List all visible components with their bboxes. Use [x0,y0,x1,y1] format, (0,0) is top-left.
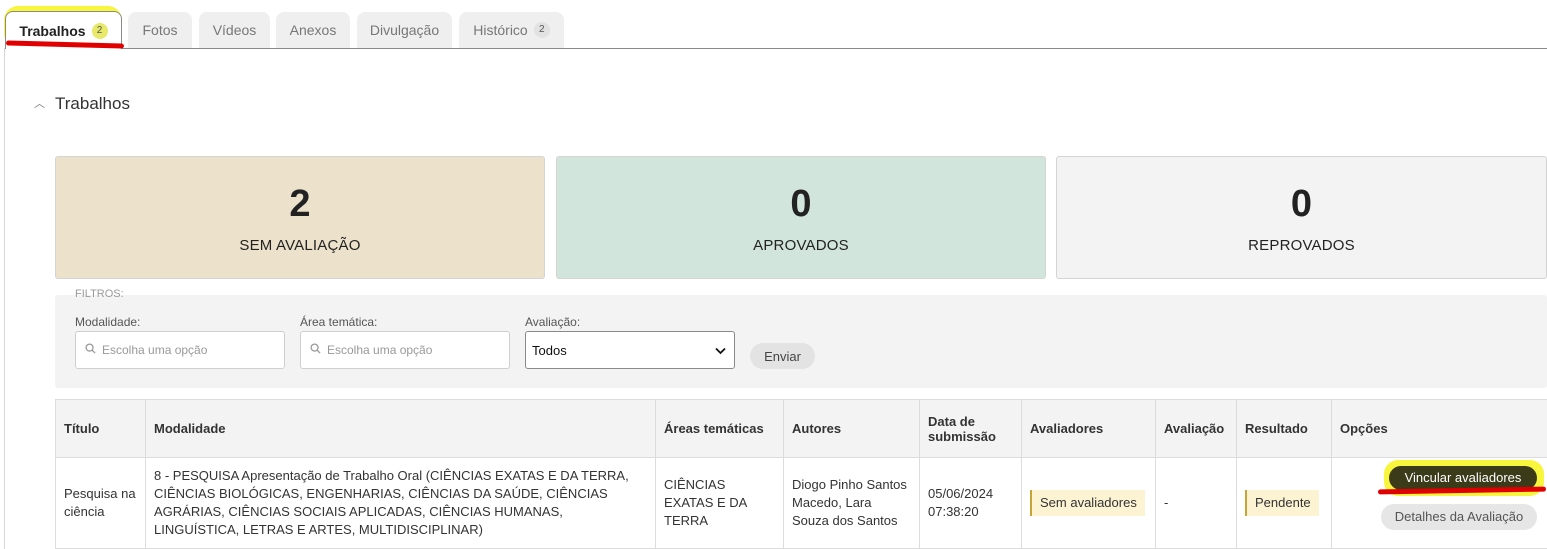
modalidade-label: Modalidade: [75,315,141,329]
filters-panel: FILTROS: Modalidade: Escolha uma opção Á… [55,288,1547,388]
tab-label: Divulgação [369,22,440,38]
table-header-row: Título Modalidade Áreas temáticas Autore… [55,399,1547,458]
cell-titulo: Pesquisa na ciência [55,457,146,549]
avaliacao-value: Todos [532,342,567,358]
cell-avaliacao: - [1155,457,1237,549]
stat-label: SEM AVALIAÇÃO [239,237,361,254]
table-row: Pesquisa na ciência 8 - PESQUISA Apresen… [55,457,1547,549]
cell-autores: Diogo Pinho Santos Macedo, Lara Souza do… [783,457,920,549]
tab-label: Histórico [473,22,528,38]
chevron-down-icon [715,343,726,358]
col-header-resultado[interactable]: Resultado [1236,399,1332,458]
tab-label: Vídeos [212,22,257,38]
tab-badge: 2 [91,22,108,39]
col-header-autores[interactable]: Autores [783,399,920,458]
modalidade-placeholder: Escolha uma opção [102,343,208,357]
col-header-data[interactable]: Data de submissão [919,399,1022,458]
section-title: Trabalhos [55,94,130,113]
stat-card-reprovados: 0 REPROVADOS [1056,156,1547,279]
col-header-avaliacao[interactable]: Avaliação [1155,399,1237,458]
tab-label: Trabalhos [19,22,86,39]
area-label: Área temática: [300,315,378,329]
avaliadores-badge: Sem avaliadores [1030,490,1145,516]
avaliacao-label: Avaliação: [525,315,581,329]
search-icon [85,343,96,357]
tab-bar: Trabalhos 2 Fotos Vídeos Anexos Divulgaç… [0,0,1547,49]
cell-avaliadores: Sem avaliadores [1021,457,1156,549]
filters-title: FILTROS: [75,288,124,300]
stat-value: 0 [1290,183,1313,225]
tab-divider [4,48,1547,49]
submit-button[interactable]: Enviar [750,343,815,369]
tab-label: Fotos [142,22,178,38]
area-select[interactable]: Escolha uma opção [300,331,510,369]
tab-videos[interactable]: Vídeos [199,12,270,48]
stat-label: APROVADOS [753,237,849,254]
col-header-modalidade[interactable]: Modalidade [145,399,656,458]
detalhes-avaliacao-button[interactable]: Detalhes da Avaliação [1381,504,1537,530]
tab-label: Anexos [289,22,337,38]
avaliacao-select[interactable]: Todos [525,331,735,369]
stat-card-sem-avaliacao: 2 SEM AVALIAÇÃO [55,156,545,279]
cell-opcoes: Vincular avaliadores Detalhes da Avaliaç… [1331,457,1547,549]
cell-modalidade: 8 - PESQUISA Apresentação de Trabalho Or… [145,457,656,549]
search-icon [310,343,321,357]
works-table: Título Modalidade Áreas temáticas Autore… [55,399,1547,549]
status-badge: Pendente [1245,490,1319,516]
stat-card-aprovados: 0 APROVADOS [556,156,1046,279]
modalidade-select[interactable]: Escolha uma opção [75,331,285,369]
col-header-avaliadores[interactable]: Avaliadores [1021,399,1156,458]
cell-data: 05/06/2024 07:38:20 [919,457,1022,549]
content-border [4,48,5,549]
section-header[interactable]: ︿ Trabalhos [34,94,130,114]
area-placeholder: Escolha uma opção [327,343,433,357]
col-header-areas[interactable]: Áreas temáticas [655,399,784,458]
stat-label: REPROVADOS [1248,237,1355,254]
cell-areas: CIÊNCIAS EXATAS E DA TERRA [655,457,784,549]
tab-badge: 2 [533,22,550,38]
chevron-up-icon: ︿ [34,98,45,110]
stat-value: 0 [790,183,812,225]
cell-resultado: Pendente [1236,457,1332,549]
tab-fotos[interactable]: Fotos [128,12,192,48]
tab-anexos[interactable]: Anexos [276,12,350,48]
tab-divulgacao[interactable]: Divulgação [357,12,452,48]
tab-historico[interactable]: Histórico 2 [459,12,564,48]
col-header-titulo[interactable]: Título [55,399,146,458]
col-header-opcoes: Opções [1331,399,1547,458]
stat-value: 2 [289,183,311,225]
